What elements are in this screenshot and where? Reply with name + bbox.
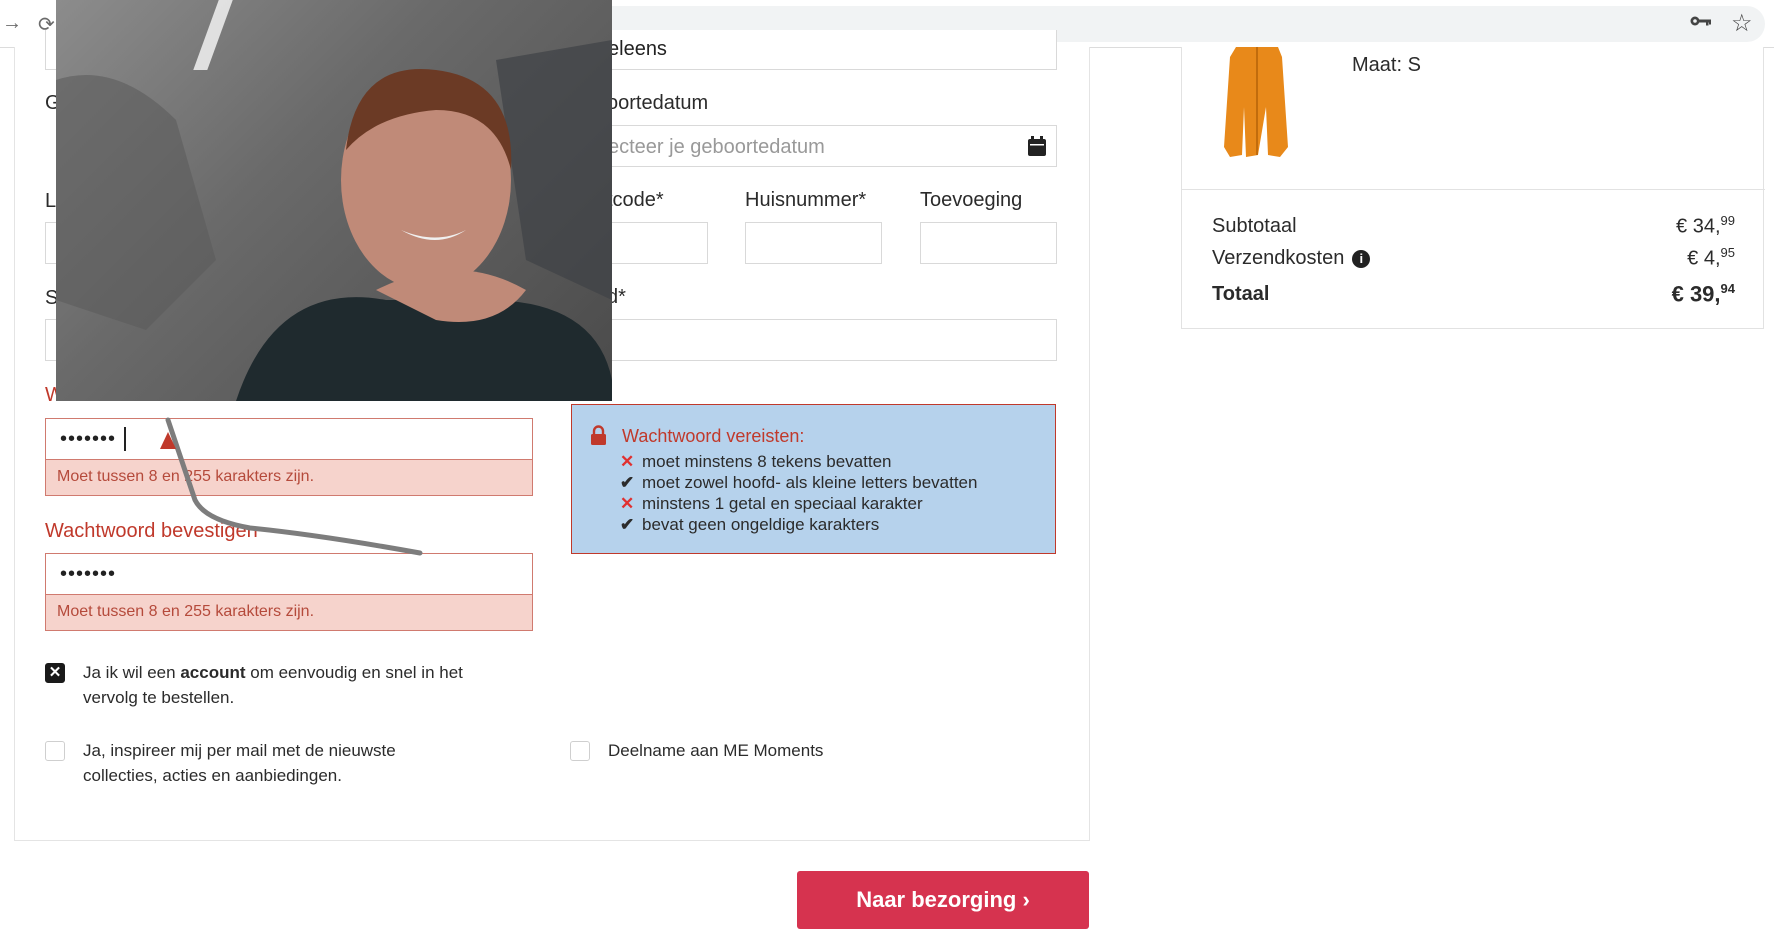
annotation-stroke [160,417,423,556]
